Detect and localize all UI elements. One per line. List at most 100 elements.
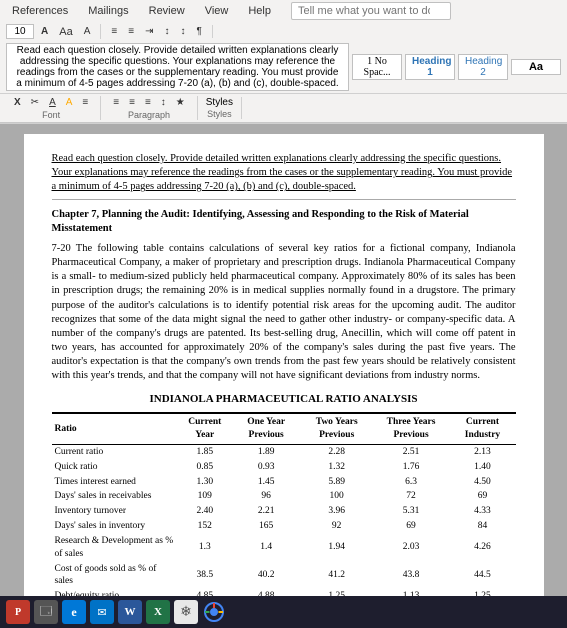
styles-section-label: Styles bbox=[207, 109, 232, 119]
underline-font-button[interactable]: A bbox=[45, 96, 60, 109]
ratio-table: Ratio Current Year One Year Previous Two… bbox=[52, 412, 516, 622]
menu-references[interactable]: References bbox=[6, 3, 74, 19]
style-heading2[interactable]: Heading 2 bbox=[458, 54, 508, 80]
color-button[interactable]: ≡ bbox=[78, 96, 92, 109]
document-page: Read each question closely. Provide deta… bbox=[24, 134, 544, 622]
para-format[interactable]: ↕ bbox=[157, 96, 170, 109]
ratio-value: 4.26 bbox=[449, 534, 515, 562]
taskbar-folder[interactable]: 🗔 bbox=[34, 600, 58, 624]
ratio-value: 0.85 bbox=[178, 460, 232, 475]
para-align-left[interactable]: ≡ bbox=[109, 96, 123, 109]
ratio-name: Days' sales in receivables bbox=[52, 489, 178, 504]
ratio-name: Inventory turnover bbox=[52, 504, 178, 519]
highlight-button[interactable]: A bbox=[62, 96, 77, 109]
ratio-value: 72 bbox=[373, 489, 450, 504]
table-title: INDIANOLA PHARMACEUTICAL RATIO ANALYSIS bbox=[52, 392, 516, 407]
style-normal[interactable]: Read each question closely. Provide deta… bbox=[6, 43, 349, 91]
menu-review[interactable]: Review bbox=[143, 3, 191, 19]
style-nospace[interactable]: 1 No Spac... bbox=[352, 54, 402, 80]
table-row: Cost of goods sold as % of sales38.540.2… bbox=[52, 562, 516, 590]
ratio-value: 84 bbox=[449, 519, 515, 534]
taskbar-mail[interactable]: ✉ bbox=[90, 600, 114, 624]
taskbar-chrome[interactable] bbox=[202, 600, 226, 624]
align-center-button[interactable]: ≡ bbox=[124, 25, 138, 38]
style-heading1[interactable]: Heading 1 bbox=[405, 54, 455, 80]
table-row: Research & Development as % of sales1.31… bbox=[52, 534, 516, 562]
styles-label: Styles bbox=[206, 97, 233, 108]
line-spacing-button[interactable]: ↕ bbox=[160, 25, 173, 38]
ratio-value: 0.93 bbox=[232, 460, 301, 475]
styles-panel: Read each question closely. Provide deta… bbox=[6, 43, 561, 91]
ratio-name: Research & Development as % of sales bbox=[52, 534, 178, 562]
body-text: 7-20 The following table contains calcul… bbox=[52, 242, 516, 384]
style-aa[interactable]: Aa bbox=[511, 59, 561, 75]
ratio-name: Days' sales in inventory bbox=[52, 519, 178, 534]
col-one-year: One Year Previous bbox=[232, 413, 301, 444]
ratio-value: 4.50 bbox=[449, 475, 515, 490]
ratio-value: 100 bbox=[301, 489, 373, 504]
taskbar-snowflake[interactable]: ❄ bbox=[174, 600, 198, 624]
italic-button[interactable]: ✂ bbox=[27, 96, 43, 109]
ratio-name: Quick ratio bbox=[52, 460, 178, 475]
table-row: Days' sales in receivables109961007269 bbox=[52, 489, 516, 504]
font-size-input[interactable] bbox=[6, 24, 34, 39]
ratio-value: 3.96 bbox=[301, 504, 373, 519]
ratio-value: 44.5 bbox=[449, 562, 515, 590]
ratio-value: 2.13 bbox=[449, 445, 515, 460]
menu-mailings[interactable]: Mailings bbox=[82, 3, 134, 19]
para-line[interactable]: ≡ bbox=[141, 96, 155, 109]
taskbar-powerpoint[interactable]: P bbox=[6, 600, 30, 624]
chapter-heading: Chapter 7, Planning the Audit: Identifyi… bbox=[52, 208, 516, 236]
bold-text-button[interactable]: X bbox=[10, 96, 25, 109]
ribbon-row1: A Aa A ≡ ≡ ⇥ ↕ ↕ ¶ Read each question cl… bbox=[0, 22, 567, 94]
col-current-year: Current Year bbox=[178, 413, 232, 444]
ratio-value: 152 bbox=[178, 519, 232, 534]
sort-button[interactable]: ↕ bbox=[176, 25, 189, 38]
taskbar: P 🗔 e ✉ W X ❄ bbox=[0, 596, 567, 628]
table-row: Quick ratio0.850.931.321.761.40 bbox=[52, 460, 516, 475]
ratio-name: Times interest earned bbox=[52, 475, 178, 490]
table-row: Current ratio1.851.892.282.512.13 bbox=[52, 445, 516, 460]
bold-button[interactable]: A bbox=[37, 25, 52, 38]
ratio-value: 5.89 bbox=[301, 475, 373, 490]
intro-text: Read each question closely. Provide deta… bbox=[52, 153, 513, 192]
font-section-label: Font bbox=[42, 110, 60, 120]
font-az-button[interactable]: A bbox=[80, 25, 95, 38]
indent-button[interactable]: ⇥ bbox=[141, 25, 157, 38]
col-three-years: Three Years Previous bbox=[373, 413, 450, 444]
col-industry: Current Industry bbox=[449, 413, 515, 444]
ratio-value: 96 bbox=[232, 489, 301, 504]
ratio-value: 1.3 bbox=[178, 534, 232, 562]
ratio-value: 5.31 bbox=[373, 504, 450, 519]
ratio-value: 40.2 bbox=[232, 562, 301, 590]
para-align-center[interactable]: ≡ bbox=[125, 96, 139, 109]
col-ratio: Ratio bbox=[52, 413, 178, 444]
ratio-value: 1.45 bbox=[232, 475, 301, 490]
ratio-value: 1.85 bbox=[178, 445, 232, 460]
ratio-value: 1.4 bbox=[232, 534, 301, 562]
para-section-label: Paragraph bbox=[128, 110, 170, 120]
ratio-value: 6.3 bbox=[373, 475, 450, 490]
search-input[interactable] bbox=[291, 2, 451, 20]
table-row: Inventory turnover2.402.213.965.314.33 bbox=[52, 504, 516, 519]
ratio-value: 2.28 bbox=[301, 445, 373, 460]
taskbar-excel[interactable]: X bbox=[146, 600, 170, 624]
ratio-value: 1.40 bbox=[449, 460, 515, 475]
ratio-value: 43.8 bbox=[373, 562, 450, 590]
taskbar-word[interactable]: W bbox=[118, 600, 142, 624]
taskbar-edge[interactable]: e bbox=[62, 600, 86, 624]
para-star[interactable]: ★ bbox=[172, 96, 189, 109]
font-aa-button[interactable]: Aa bbox=[55, 25, 76, 39]
table-section: INDIANOLA PHARMACEUTICAL RATIO ANALYSIS … bbox=[52, 392, 516, 622]
show-marks-button[interactable]: ¶ bbox=[192, 25, 205, 38]
ratio-value: 2.03 bbox=[373, 534, 450, 562]
ratio-value: 1.32 bbox=[301, 460, 373, 475]
ribbon-section-para: ≡ ≡ ≡ ↕ ★ Paragraph bbox=[105, 96, 198, 120]
menu-view[interactable]: View bbox=[199, 3, 235, 19]
ratio-value: 38.5 bbox=[178, 562, 232, 590]
ribbon-section-font: X ✂ A A ≡ Font bbox=[6, 96, 101, 120]
align-left-button[interactable]: ≡ bbox=[107, 25, 121, 38]
menu-help[interactable]: Help bbox=[242, 3, 277, 19]
ratio-name: Current ratio bbox=[52, 445, 178, 460]
ratio-value: 1.30 bbox=[178, 475, 232, 490]
